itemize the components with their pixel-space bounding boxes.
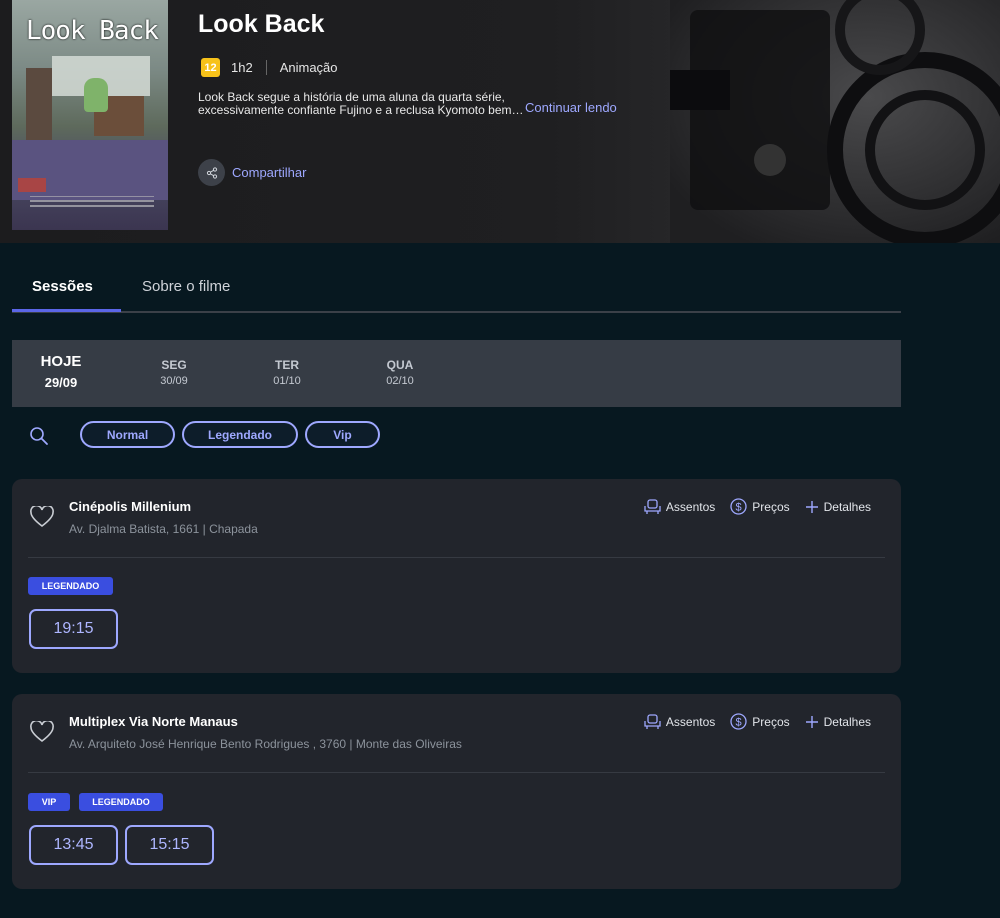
tab-bar: Sessões Sobre o filme bbox=[12, 266, 901, 313]
prices-button[interactable]: $ Preços bbox=[730, 713, 790, 730]
movie-genre: Animação bbox=[279, 60, 338, 75]
prices-label: Preços bbox=[752, 499, 790, 514]
seat-icon bbox=[644, 713, 661, 729]
svg-text:$: $ bbox=[736, 502, 742, 514]
date-day-label: TER bbox=[275, 358, 299, 372]
date-day-label: SEG bbox=[161, 358, 187, 372]
movie-meta: 12 1h2 Animação bbox=[201, 58, 338, 77]
favorite-heart-icon[interactable] bbox=[30, 506, 54, 528]
seats-button[interactable]: Assentos bbox=[644, 498, 716, 515]
date-day-label: HOJE bbox=[40, 353, 82, 370]
price-icon: $ bbox=[730, 498, 747, 515]
cinema-name: Cinépolis Millenium bbox=[69, 499, 192, 514]
prices-button[interactable]: $ Preços bbox=[730, 498, 790, 515]
read-more-link[interactable]: Continuar lendo bbox=[525, 100, 617, 115]
seats-label: Assentos bbox=[665, 499, 716, 514]
date-selector: HOJE 29/09 SEG 30/09 TER 01/10 QUA 02/10 bbox=[12, 340, 901, 407]
format-tag: LEGENDADO bbox=[28, 577, 113, 595]
age-rating-badge: 12 bbox=[201, 58, 220, 77]
seats-button[interactable]: Assentos bbox=[644, 713, 716, 730]
filter-vip[interactable]: Vip bbox=[305, 421, 380, 448]
movie-poster: Look Back bbox=[12, 0, 168, 230]
svg-text:$: $ bbox=[736, 717, 742, 729]
details-button[interactable]: Detalhes bbox=[805, 715, 871, 729]
movie-synopsis: Look Back segue a história de uma aluna … bbox=[198, 90, 524, 117]
format-tag: VIP bbox=[28, 793, 70, 811]
card-divider bbox=[28, 772, 885, 773]
movie-hero: Look Back Look Back 12 1h2 Animação Look… bbox=[0, 0, 1000, 243]
share-label: Compartilhar bbox=[232, 165, 307, 180]
cinema-card: Cinépolis Millenium Av. Djalma Batista, … bbox=[12, 479, 901, 673]
favorite-heart-icon[interactable] bbox=[30, 721, 54, 743]
movie-duration: 1h2 bbox=[231, 60, 253, 75]
cinema-actions: Assentos $ Preços Detalhes bbox=[629, 713, 871, 730]
details-label: Detalhes bbox=[823, 714, 871, 729]
date-number: 29/09 bbox=[44, 375, 78, 390]
share-button[interactable]: Compartilhar bbox=[198, 159, 306, 186]
cinema-address: Av. Arquiteto José Henrique Bento Rodrig… bbox=[69, 737, 462, 751]
date-number: 30/09 bbox=[160, 375, 188, 387]
active-tab-indicator bbox=[12, 309, 121, 312]
prices-label: Preços bbox=[752, 714, 790, 729]
filter-normal[interactable]: Normal bbox=[80, 421, 175, 448]
date-today[interactable]: HOJE 29/09 bbox=[39, 353, 83, 390]
showtime-button[interactable]: 19:15 bbox=[29, 609, 118, 649]
showtime-button[interactable]: 13:45 bbox=[29, 825, 118, 865]
cinema-actions: Assentos $ Preços Detalhes bbox=[629, 498, 871, 515]
meta-divider bbox=[265, 60, 267, 75]
details-button[interactable]: Detalhes bbox=[805, 500, 871, 514]
tab-sessions[interactable]: Sessões bbox=[32, 278, 93, 295]
cinema-card: Multiplex Via Norte Manaus Av. Arquiteto… bbox=[12, 694, 901, 889]
movie-title: Look Back bbox=[198, 10, 325, 38]
share-icon bbox=[198, 159, 225, 186]
cinema-address: Av. Djalma Batista, 1661 | Chapada bbox=[69, 522, 258, 536]
poster-title: Look Back bbox=[26, 16, 159, 46]
card-divider bbox=[28, 557, 885, 558]
plus-icon bbox=[805, 715, 818, 728]
date-number: 02/10 bbox=[386, 375, 414, 387]
format-tag: LEGENDADO bbox=[79, 793, 163, 811]
plus-icon bbox=[805, 500, 818, 513]
search-icon[interactable] bbox=[29, 426, 49, 446]
price-icon: $ bbox=[730, 713, 747, 730]
date-tue[interactable]: TER 01/10 bbox=[267, 358, 307, 387]
seat-icon bbox=[644, 498, 661, 514]
filter-legendado[interactable]: Legendado bbox=[182, 421, 298, 448]
date-number: 01/10 bbox=[273, 375, 301, 387]
showtime-button[interactable]: 15:15 bbox=[125, 825, 214, 865]
seats-label: Assentos bbox=[665, 714, 716, 729]
date-mon[interactable]: SEG 30/09 bbox=[154, 358, 194, 387]
cinema-name: Multiplex Via Norte Manaus bbox=[69, 714, 238, 729]
date-day-label: QUA bbox=[386, 358, 414, 372]
tab-about-movie[interactable]: Sobre o filme bbox=[142, 278, 230, 295]
details-label: Detalhes bbox=[823, 499, 871, 514]
date-wed[interactable]: QUA 02/10 bbox=[380, 358, 420, 387]
film-projector-image bbox=[670, 0, 1000, 243]
